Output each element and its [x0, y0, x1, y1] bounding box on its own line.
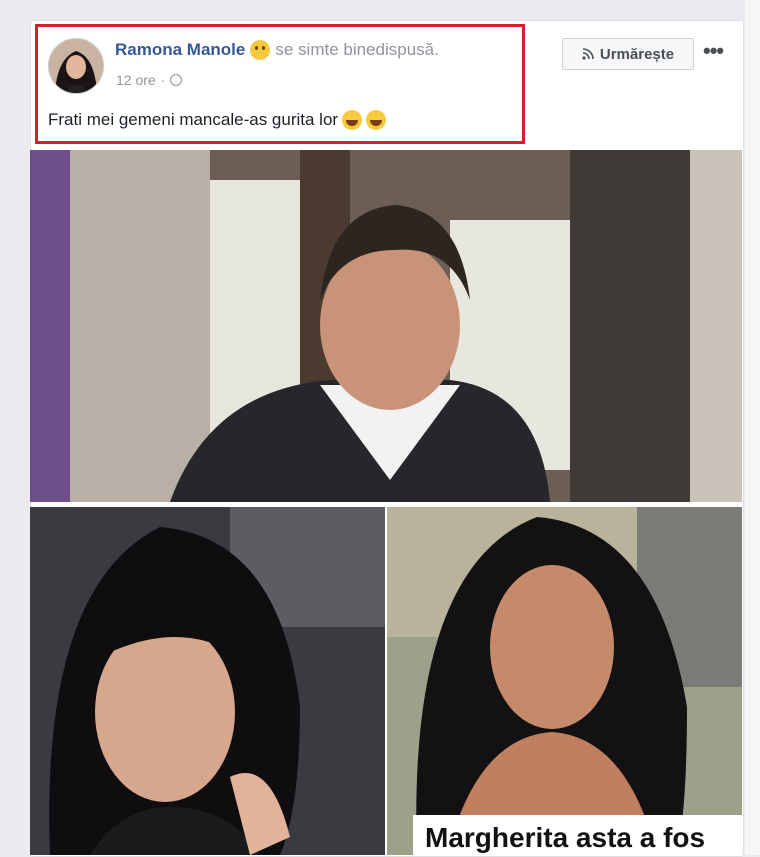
photo-caption: Margherita asta a fos: [413, 815, 743, 855]
rss-icon: [582, 48, 594, 60]
follow-button[interactable]: Urmărește: [562, 38, 694, 70]
page-right-edge: [745, 0, 760, 855]
more-options-button[interactable]: •••: [703, 38, 724, 64]
follow-label: Urmărește: [599, 45, 675, 63]
photo-woman-left[interactable]: [30, 507, 385, 855]
photo-woman-right[interactable]: [387, 507, 742, 855]
photo-man[interactable]: [30, 150, 742, 502]
highlight-box: [35, 24, 525, 144]
